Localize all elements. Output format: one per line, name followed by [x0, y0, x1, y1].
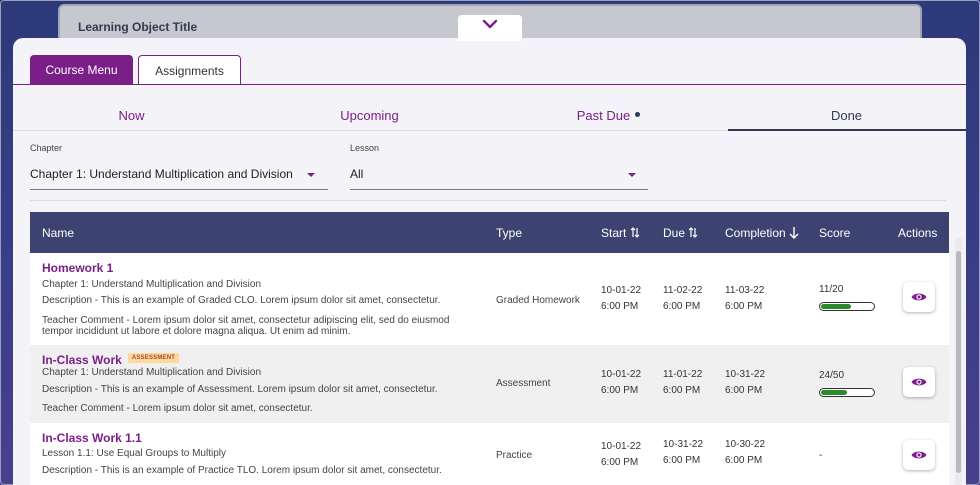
completion-date: 10-31-22: [725, 369, 766, 380]
col-start-label: Start: [601, 226, 627, 240]
notification-dot-icon: [635, 112, 641, 118]
tab-done[interactable]: Done: [728, 101, 965, 131]
tab-past-due-label: Past Due: [576, 108, 631, 123]
filter-divider: [30, 200, 946, 201]
assignments-table: Name Type Start Due Completion Score Act…: [30, 212, 949, 485]
view-button[interactable]: [903, 367, 935, 397]
tabs-divider: [13, 84, 966, 85]
table-row: Homework 1 Chapter 1: Understand Multipl…: [30, 253, 949, 345]
due-date: 11-02-22: [663, 285, 703, 296]
assignment-name-link[interactable]: In-Class Work: [42, 353, 122, 367]
completion-date: 11-03-22: [725, 285, 765, 296]
eye-icon: [911, 378, 927, 386]
col-due-label: Due: [663, 226, 686, 240]
table-row: In-Class Work 1.1 Lesson 1.1: Use Equal …: [30, 423, 949, 485]
assignment-chapter: Chapter 1: Understand Multiplication and…: [42, 279, 262, 290]
start-date: 10-01-22: [601, 441, 642, 452]
tab-upcoming[interactable]: Upcoming: [251, 101, 488, 131]
lesson-value: All: [350, 167, 364, 181]
due-time: 6:00 PM: [663, 455, 701, 466]
chapter-select[interactable]: Chapter Chapter 1: Understand Multiplica…: [30, 143, 328, 190]
assignments-tab[interactable]: Assignments: [138, 55, 241, 85]
status-tabs: Now Upcoming Past Due Done: [13, 101, 966, 131]
col-start[interactable]: Start: [601, 226, 640, 240]
col-completion-label: Completion: [725, 226, 786, 240]
view-button[interactable]: [903, 282, 935, 312]
score-progress-fill: [821, 304, 851, 309]
col-type[interactable]: Type: [496, 226, 522, 240]
completion-date: 10-30-22: [725, 439, 766, 450]
selected-tab-indicator: [728, 129, 966, 131]
tab-done-label: Done: [830, 108, 863, 123]
col-due[interactable]: Due: [663, 226, 698, 240]
sort-both-icon: [630, 227, 640, 238]
sort-both-icon: [688, 227, 698, 238]
score-progress-bar: [819, 302, 875, 311]
assignment-type: Practice: [496, 450, 533, 461]
col-actions: Actions: [898, 226, 938, 240]
assignment-chapter: Chapter 1: Understand Multiplication and…: [42, 367, 262, 378]
assignment-type: Assessment: [496, 378, 551, 389]
tab-now[interactable]: Now: [13, 101, 250, 131]
completion-time: 6:00 PM: [725, 385, 763, 396]
completion-time: 6:00 PM: [725, 301, 763, 312]
col-completion[interactable]: Completion: [725, 226, 799, 240]
lesson-underline: [350, 189, 648, 190]
col-name[interactable]: Name: [42, 226, 74, 240]
lesson-label: Lesson: [350, 143, 380, 153]
tab-past-due[interactable]: Past Due: [490, 101, 727, 131]
assignment-description: Description - This is an example of Asse…: [42, 384, 438, 395]
due-time: 6:00 PM: [663, 301, 701, 312]
start-time: 6:00 PM: [601, 457, 639, 468]
score-progress-bar: [819, 388, 875, 397]
score-value: -: [819, 450, 823, 461]
score-value: 11/20: [819, 284, 844, 295]
due-time: 6:00 PM: [663, 385, 701, 396]
assignments-panel: Course Menu Assignments Now Upcoming Pas…: [13, 38, 966, 485]
arrow-down-icon: [789, 227, 799, 239]
collapse-toggle[interactable]: [458, 15, 522, 41]
learning-object-title: Learning Object Title: [78, 20, 198, 34]
due-date: 10-31-22: [663, 439, 704, 450]
eye-icon: [911, 451, 927, 459]
score-progress-fill: [821, 390, 847, 395]
caret-down-icon: [307, 173, 315, 177]
assignment-name-link[interactable]: In-Class Work 1.1: [42, 431, 142, 445]
chapter-underline: [30, 189, 328, 190]
table-row: In-Class Work ASSESSMENT Chapter 1: Under…: [30, 345, 949, 423]
assignment-description: Description - This is an example of Grad…: [42, 295, 441, 306]
start-time: 6:00 PM: [601, 385, 639, 396]
start-date: 10-01-22: [601, 285, 642, 296]
lesson-select[interactable]: Lesson All: [350, 143, 648, 190]
completion-time: 6:00 PM: [725, 455, 763, 466]
start-date: 10-01-22: [601, 369, 642, 380]
table-header: Name Type Start Due Completion Score Act…: [30, 212, 949, 253]
chevron-down-icon: [482, 19, 498, 29]
teacher-comment: Teacher Comment - Lorem ipsum dolor sit …: [42, 403, 313, 414]
teacher-comment: Teacher Comment - Lorem ipsum dolor sit …: [42, 315, 450, 326]
caret-down-icon: [628, 173, 636, 177]
due-date: 11-01-22: [663, 369, 703, 380]
scrollbar-thumb[interactable]: [956, 251, 961, 473]
assessment-badge: ASSESSMENT: [127, 352, 180, 363]
assignment-description: Description - This is an example of Prac…: [42, 465, 442, 476]
start-time: 6:00 PM: [601, 301, 639, 312]
teacher-comment-cont: tempor incididunt ut labore et dolore ma…: [42, 326, 351, 337]
chapter-value: Chapter 1: Understand Multiplication and…: [30, 167, 293, 181]
view-button[interactable]: [903, 440, 935, 470]
col-score[interactable]: Score: [819, 226, 850, 240]
assignment-type: Graded Homework: [496, 295, 580, 306]
score-value: 24/50: [819, 370, 845, 381]
assignment-chapter: Lesson 1.1: Use Equal Groups to Multiply: [42, 448, 226, 459]
tab-upcoming-label: Upcoming: [340, 108, 399, 123]
assignment-name-link[interactable]: Homework 1: [42, 261, 113, 275]
tab-now-label: Now: [118, 108, 145, 123]
course-menu-tab[interactable]: Course Menu: [30, 55, 133, 85]
eye-icon: [911, 293, 927, 301]
chapter-label: Chapter: [30, 143, 63, 153]
